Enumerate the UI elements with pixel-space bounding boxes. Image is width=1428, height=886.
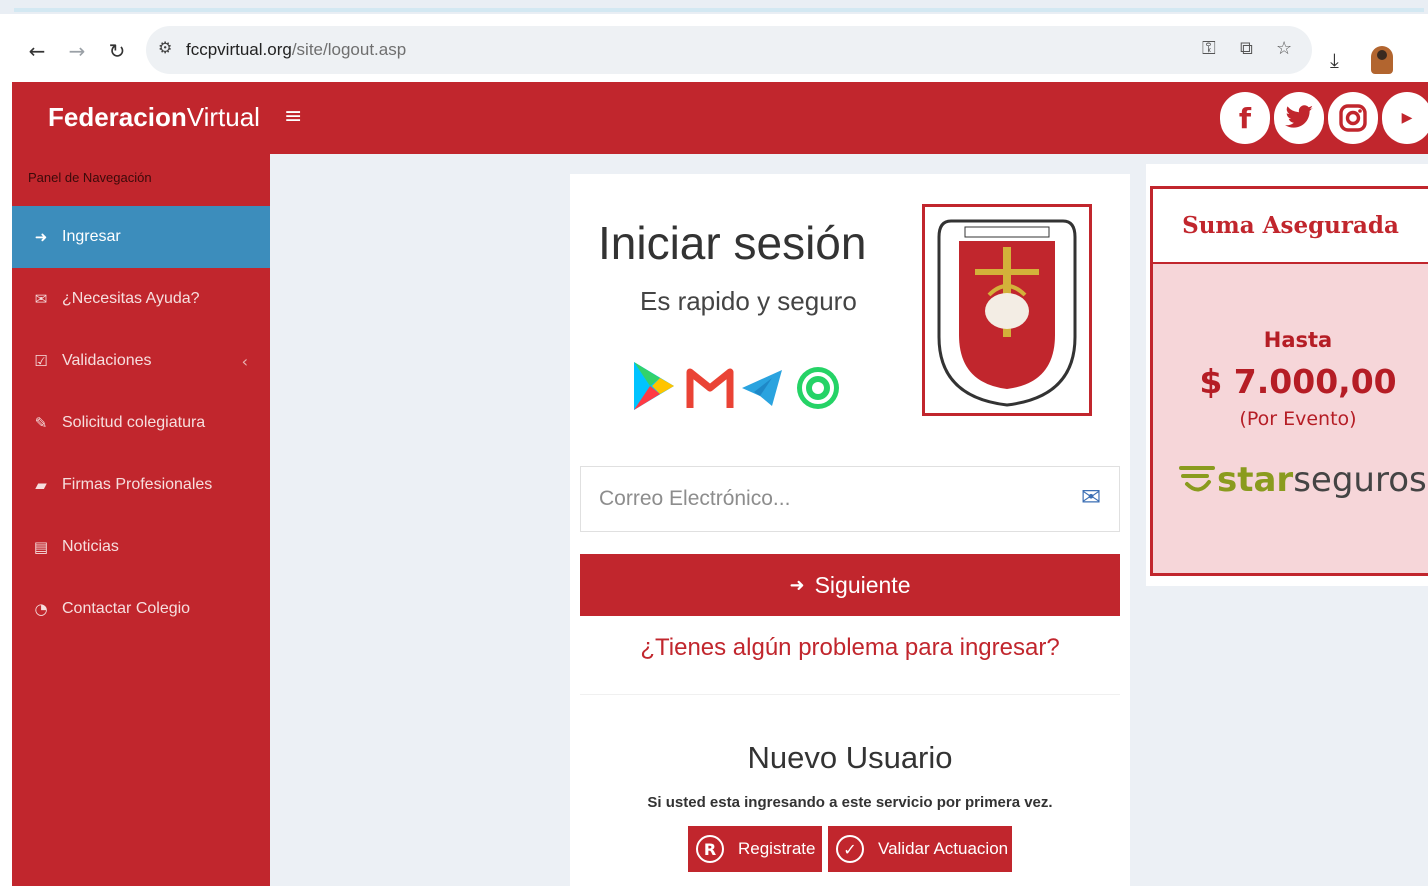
register-button[interactable]: R Registrate [688, 826, 822, 872]
check-square-icon: ☑ [34, 352, 48, 370]
bookmark-star-icon[interactable]: ☆ [1276, 38, 1292, 59]
login-title: Iniciar sesión [598, 217, 867, 269]
validate-button-label: Validar Actuacion [878, 839, 1009, 858]
sidebar-item-label: Noticias [62, 538, 119, 555]
sidebar-item-label: Firmas Profesionales [62, 476, 213, 493]
next-button-label: Siguiente [814, 571, 911, 598]
register-button-label: Registrate [738, 839, 816, 858]
logo-seguros-text: seguros [1293, 460, 1427, 500]
insurance-body: Hasta $ 7.000,00 (Por Evento) star seguro… [1150, 264, 1428, 576]
registered-icon: R [696, 835, 724, 863]
sidebar-item-colegiatura[interactable]: ✎ Solicitud colegiatura [12, 392, 270, 454]
sidebar-item-ayuda[interactable]: ✉ ¿Necesitas Ayuda? [12, 268, 270, 330]
password-key-icon[interactable]: ⚿ [1202, 38, 1216, 59]
login-subtitle: Es rapido y seguro [640, 286, 857, 316]
sign-in-icon: ➜ [34, 228, 48, 246]
email-field[interactable] [581, 467, 1061, 531]
next-button[interactable]: ➜ Siguiente [580, 554, 1120, 616]
insurance-hasta: Hasta [1263, 328, 1333, 352]
app-root: ← → ↻ ⚙ fccpvirtual.org/site/logout.asp … [0, 0, 1428, 886]
play-store-icon [634, 362, 674, 410]
install-app-icon[interactable]: ⧉ [1240, 38, 1253, 59]
sidebar-item-label: ¿Necesitas Ayuda? [62, 290, 200, 307]
institution-seal [922, 204, 1092, 416]
help-link[interactable]: ¿Tienes algún problema para ingresar? [570, 634, 1130, 662]
folder-icon: ▰ [35, 476, 47, 494]
back-arrow-icon[interactable]: ← [22, 36, 52, 66]
sidebar-item-firmas[interactable]: ▰ Firmas Profesionales [12, 454, 270, 516]
forward-arrow-icon[interactable]: → [62, 36, 92, 66]
certificate-icon: ✓ [836, 835, 864, 863]
insurance-title: Suma Asegurada [1182, 212, 1399, 239]
address-url[interactable]: fccpvirtual.org/site/logout.asp [186, 40, 406, 60]
profile-avatar[interactable] [1371, 46, 1393, 74]
sidebar-item-ingresar[interactable]: ➜ Ingresar [12, 206, 270, 268]
insurance-amount: $ 7.000,00 [1199, 362, 1397, 401]
instagram-icon[interactable] [1328, 92, 1378, 144]
login-card: Iniciar sesión Es rapido y seguro Correo… [570, 174, 1130, 886]
tab-strip [0, 0, 1428, 14]
app-icons [634, 362, 839, 410]
download-icon[interactable]: ⤓ [1330, 48, 1339, 72]
starseguros-swirl-icon [1179, 466, 1215, 492]
new-user-text: Si usted esta ingresando a este servicio… [647, 794, 1053, 811]
rss-icon: ◔ [34, 600, 48, 618]
envelope-icon: ✉ [1081, 483, 1102, 511]
newspaper-icon: ▤ [33, 538, 49, 556]
sidebar: Panel de Navegación ➜ Ingresar ✉ ¿Necesi… [12, 154, 270, 886]
whatsapp-icon [797, 367, 839, 409]
pen-icon: ✎ [34, 414, 48, 432]
email-field-wrapper: ✉ [580, 466, 1120, 532]
facebook-icon[interactable]: f [1220, 92, 1270, 144]
comments-icon: ✉ [34, 290, 48, 308]
sidebar-title: Panel de Navegación [28, 170, 152, 185]
insurance-card: Suma Asegurada Hasta $ 7.000,00 (Por Eve… [1146, 164, 1428, 586]
sidebar-item-noticias[interactable]: ▤ Noticias [12, 516, 270, 578]
telegram-icon [742, 370, 782, 406]
insurance-note: (Por Evento) [1239, 408, 1357, 430]
validate-button[interactable]: ✓ Validar Actuacion [828, 826, 1012, 872]
sidebar-item-label: Solicitud colegiatura [62, 414, 206, 431]
sidebar-item-label: Ingresar [62, 228, 121, 245]
starseguros-logo[interactable]: star seguros [1177, 450, 1427, 510]
browser-toolbar: ← → ↻ ⚙ fccpvirtual.org/site/logout.asp … [0, 14, 1428, 82]
sidebar-item-label: Validaciones [62, 352, 152, 369]
twitter-icon[interactable] [1274, 92, 1324, 144]
chevron-left-icon: ‹ [241, 351, 248, 371]
logo-star-text: star [1217, 460, 1294, 500]
sidebar-item-validaciones[interactable]: ☑ Validaciones ‹ [12, 330, 270, 392]
sidebar-item-contactar[interactable]: ◔ Contactar Colegio [12, 578, 270, 640]
reload-icon[interactable]: ↻ [102, 36, 132, 66]
app-header: FederacionVirtual ≡ f ▶ [12, 82, 1428, 154]
insurance-header: Suma Asegurada [1150, 186, 1428, 264]
divider [580, 694, 1120, 695]
new-user-title: Nuevo Usuario [747, 740, 953, 775]
sign-in-icon: ➜ [789, 574, 805, 596]
brand-logo[interactable]: FederacionVirtual [48, 102, 260, 133]
site-info-icon[interactable]: ⚙ [158, 38, 172, 57]
youtube-icon[interactable]: ▶ [1382, 92, 1428, 144]
menu-toggle-icon[interactable]: ≡ [284, 104, 302, 129]
gmail-icon [686, 368, 734, 408]
address-bar[interactable]: ⚙ fccpvirtual.org/site/logout.asp ⚿ ⧉ ☆ [146, 26, 1312, 74]
sidebar-item-label: Contactar Colegio [62, 600, 191, 617]
